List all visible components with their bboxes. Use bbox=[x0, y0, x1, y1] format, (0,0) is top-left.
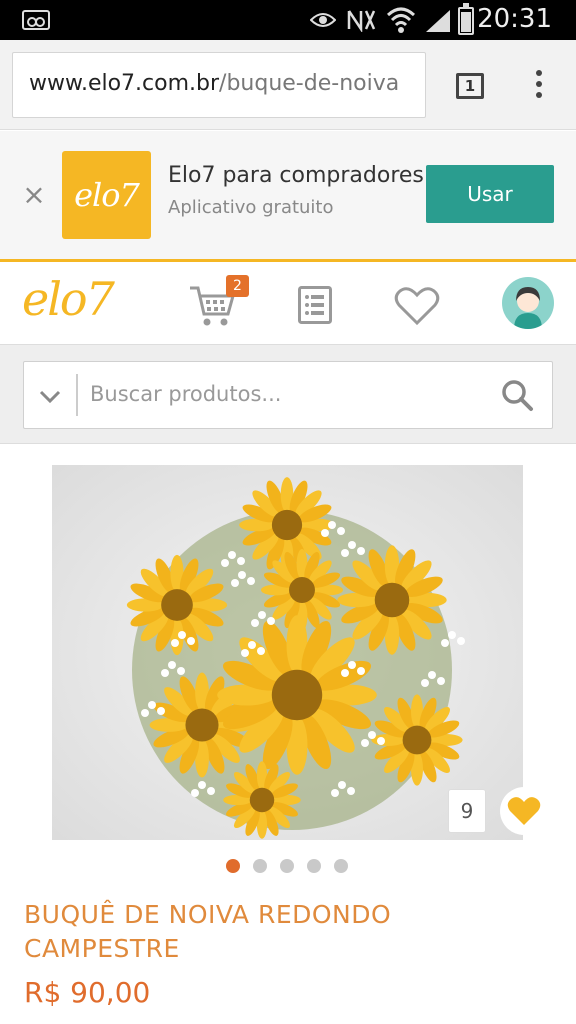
user-icon bbox=[514, 287, 542, 329]
signal-icon bbox=[426, 10, 450, 32]
overflow-menu-icon[interactable] bbox=[532, 70, 546, 102]
cart-count-badge: 2 bbox=[226, 275, 249, 297]
status-bar: 20:31 bbox=[0, 0, 576, 40]
favorite-heart-icon[interactable] bbox=[500, 787, 548, 835]
carousel-dot[interactable] bbox=[307, 859, 321, 873]
search-input[interactable]: Buscar produtos... bbox=[23, 361, 553, 429]
url-field[interactable]: www.elo7.com.br/buque-de-noiva bbox=[12, 52, 426, 118]
favorites-count: 9 bbox=[448, 789, 486, 833]
close-icon[interactable]: × bbox=[22, 181, 46, 209]
tab-switcher-button[interactable]: 1 bbox=[456, 73, 484, 99]
eye-icon bbox=[310, 13, 336, 27]
use-app-button[interactable]: Usar bbox=[426, 165, 554, 223]
app-banner-title: Elo7 para compradores bbox=[168, 163, 424, 188]
search-divider bbox=[76, 374, 78, 416]
app-logo: elo7 bbox=[62, 151, 151, 239]
search-placeholder: Buscar produtos... bbox=[90, 382, 282, 406]
site-logo[interactable]: elo7 bbox=[22, 272, 115, 326]
url-host: www.elo7.com.br bbox=[29, 71, 220, 96]
bouquet-image bbox=[52, 465, 523, 840]
battery-icon bbox=[458, 3, 474, 35]
product-price: R$ 90,00 bbox=[24, 976, 151, 1009]
heart-icon[interactable] bbox=[394, 286, 440, 326]
carousel-dot[interactable] bbox=[334, 859, 348, 873]
browser-toolbar: www.elo7.com.br/buque-de-noiva 1 bbox=[0, 40, 576, 130]
product-title: BUQUÊ DE NOIVA REDONDO CAMPESTRE bbox=[24, 900, 392, 963]
nfc-icon bbox=[347, 10, 376, 32]
carousel-dot[interactable] bbox=[253, 859, 267, 873]
url-path: /buque-de-noiva bbox=[219, 71, 400, 96]
voicemail-icon bbox=[22, 10, 50, 30]
search-icon[interactable] bbox=[500, 378, 534, 412]
app-banner-subtitle: Aplicativo gratuito bbox=[168, 197, 334, 218]
user-avatar[interactable] bbox=[502, 277, 554, 329]
list-icon[interactable] bbox=[298, 286, 332, 324]
search-area: Buscar produtos... bbox=[0, 345, 576, 444]
carousel-dot[interactable] bbox=[280, 859, 294, 873]
app-banner: × elo7 Elo7 para compradores Aplicativo … bbox=[0, 131, 576, 259]
site-header: elo7 2 bbox=[0, 259, 576, 345]
product-image[interactable] bbox=[52, 465, 523, 840]
carousel-dot[interactable] bbox=[226, 859, 240, 873]
clock: 20:31 bbox=[477, 4, 552, 34]
chevron-down-icon[interactable] bbox=[38, 384, 62, 408]
wifi-icon bbox=[386, 7, 416, 33]
